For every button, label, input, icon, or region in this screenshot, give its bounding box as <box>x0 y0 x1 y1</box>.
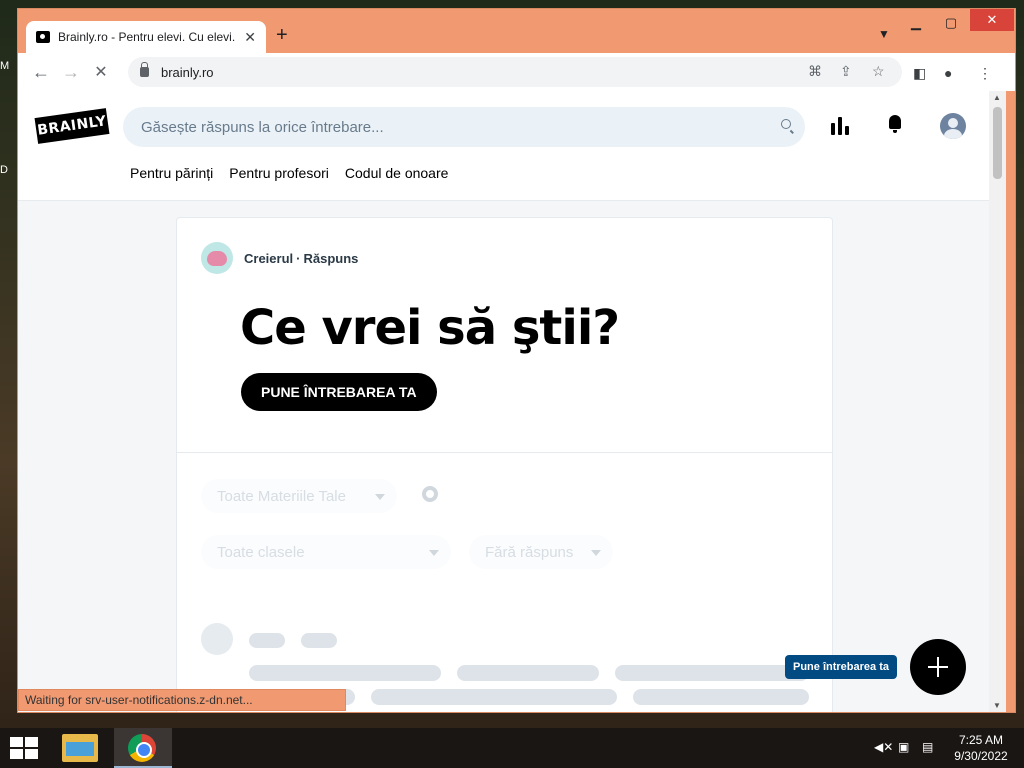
stop-loading-icon[interactable]: ✕ <box>86 57 116 87</box>
kebab-menu-icon[interactable]: ⋮ <box>978 65 992 82</box>
tab-close-icon[interactable]: ✕ <box>244 29 256 46</box>
card-tag: Răspuns <box>303 251 359 266</box>
chevron-down-icon <box>591 550 601 556</box>
taskbar-clock[interactable]: 7:25 AM 9/30/2022 <box>950 732 1012 764</box>
lock-icon[interactable] <box>140 62 149 77</box>
page-viewport: BRAINLY Pentru părinți Pentru profesori … <box>18 91 989 712</box>
scroll-down-arrow-icon[interactable]: ▼ <box>993 701 1001 710</box>
skeleton-line <box>249 665 441 681</box>
chevron-down-icon <box>429 550 439 556</box>
scrollbar-thumb[interactable] <box>993 107 1002 179</box>
action-center-icon[interactable]: ▤ <box>922 740 933 754</box>
browser-window: Brainly.ro - Pentru elevi. Cu elevi. ✕ +… <box>17 8 1016 713</box>
settings-gear-icon[interactable] <box>422 486 438 502</box>
browser-titlebar: Brainly.ro - Pentru elevi. Cu elevi. ✕ +… <box>18 9 1015 53</box>
search-icon[interactable] <box>781 119 791 129</box>
tab-title: Brainly.ro - Pentru elevi. Cu elevi. <box>58 30 236 44</box>
skeleton-line <box>457 665 599 681</box>
browser-tab-active[interactable]: Brainly.ro - Pentru elevi. Cu elevi. ✕ <box>26 21 266 53</box>
nav-link-honor-code[interactable]: Codul de onoare <box>345 165 449 181</box>
brain-avatar-icon <box>201 242 233 274</box>
network-icon[interactable]: ▣ <box>898 740 909 754</box>
window-minimize-button[interactable]: ▁ <box>901 9 931 37</box>
ask-question-fab[interactable] <box>910 639 966 695</box>
card-meta: Creierul · Răspuns <box>244 251 358 266</box>
classes-dropdown[interactable]: Toate clasele <box>201 535 451 569</box>
desktop-icon-label: M <box>0 60 10 72</box>
volume-muted-icon[interactable]: ◀✕ <box>874 740 893 754</box>
subjects-dropdown-label: Toate Materiile Tale <box>217 487 346 505</box>
chrome-icon <box>128 734 156 762</box>
meta-separator: · <box>296 251 301 266</box>
url-text[interactable]: brainly.ro <box>161 65 214 80</box>
answer-status-dropdown-label: Fără răspuns <box>485 543 574 561</box>
skeleton-line <box>301 633 337 648</box>
skeleton-line <box>371 689 617 705</box>
clock-time: 7:25 AM <box>958 733 1004 747</box>
user-avatar[interactable] <box>940 113 966 139</box>
chevron-down-icon <box>375 494 385 500</box>
side-panel-icon[interactable]: ◧ <box>913 65 926 82</box>
subjects-dropdown[interactable]: Toate Materiile Tale <box>201 479 397 513</box>
fab-tooltip: Pune întrebarea ta <box>785 655 897 679</box>
nav-link-teachers[interactable]: Pentru profesori <box>229 165 329 181</box>
nav-link-parents[interactable]: Pentru părinți <box>130 165 213 181</box>
brainly-logo[interactable]: BRAINLY <box>34 108 110 144</box>
bookmark-star-icon[interactable]: ☆ <box>872 63 885 80</box>
search-bar[interactable] <box>123 107 805 147</box>
card-author: Creierul <box>244 251 294 266</box>
browser-toolbar: ← → ✕ brainly.ro ⌘ ⇪ ☆ ◧ ● ⋮ <box>18 53 1015 91</box>
answer-status-dropdown[interactable]: Fără răspuns <box>469 535 613 569</box>
site-header: BRAINLY Pentru părinți Pentru profesori … <box>18 91 989 201</box>
secondary-nav: Pentru părinți Pentru profesori Codul de… <box>130 165 448 181</box>
translate-icon[interactable]: ⌘ <box>808 63 822 80</box>
hero-headline: Ce vrei să ştii? <box>240 300 620 356</box>
profile-icon[interactable]: ● <box>944 65 952 81</box>
desktop-icon-label: D <box>0 164 8 176</box>
stats-bar-chart-icon[interactable] <box>831 117 849 135</box>
classes-dropdown-label: Toate clasele <box>217 543 305 561</box>
share-icon[interactable]: ⇪ <box>840 63 852 80</box>
new-tab-button[interactable]: + <box>276 24 288 47</box>
forward-arrow-icon[interactable]: → <box>56 57 86 87</box>
skeleton-line <box>615 665 809 681</box>
window-close-button[interactable]: ✕ <box>970 9 1014 31</box>
taskbar-chrome-button[interactable] <box>114 728 172 768</box>
search-input[interactable] <box>141 118 805 136</box>
window-maximize-button[interactable]: ▢ <box>936 9 966 37</box>
tab-search-chevron-icon[interactable]: ▼ <box>878 27 890 41</box>
scroll-up-arrow-icon[interactable]: ▲ <box>993 93 1001 102</box>
ask-question-button[interactable]: PUNE ÎNTREBAREA TA <box>241 373 437 411</box>
skeleton-avatar <box>201 623 233 655</box>
card-hero: Creierul · Răspuns Ce vrei să ştii? PUNE Î… <box>177 218 832 453</box>
back-arrow-icon[interactable]: ← <box>26 57 56 87</box>
windows-taskbar: ◀✕ ▣ ▤ 7:25 AM 9/30/2022 <box>0 728 1024 768</box>
plus-icon <box>928 657 948 677</box>
address-bar[interactable]: brainly.ro ⌘ ⇪ ☆ <box>128 57 902 87</box>
notifications-bell-icon[interactable] <box>887 115 903 133</box>
brainly-favicon-icon <box>36 31 50 43</box>
skeleton-line <box>249 633 285 648</box>
browser-status-bar: Waiting for srv-user-notifications.z-dn.… <box>18 689 346 711</box>
feed-filters: Toate Materiile Tale Toate clasele Fără … <box>177 453 832 712</box>
windows-start-icon[interactable] <box>10 737 38 759</box>
ask-question-card: Creierul · Răspuns Ce vrei să ştii? PUNE Î… <box>176 217 833 712</box>
page-scrollbar[interactable]: ▲ ▼ <box>989 91 1006 712</box>
clock-date: 9/30/2022 <box>954 749 1008 763</box>
file-explorer-icon[interactable] <box>62 734 98 762</box>
skeleton-line <box>633 689 809 705</box>
